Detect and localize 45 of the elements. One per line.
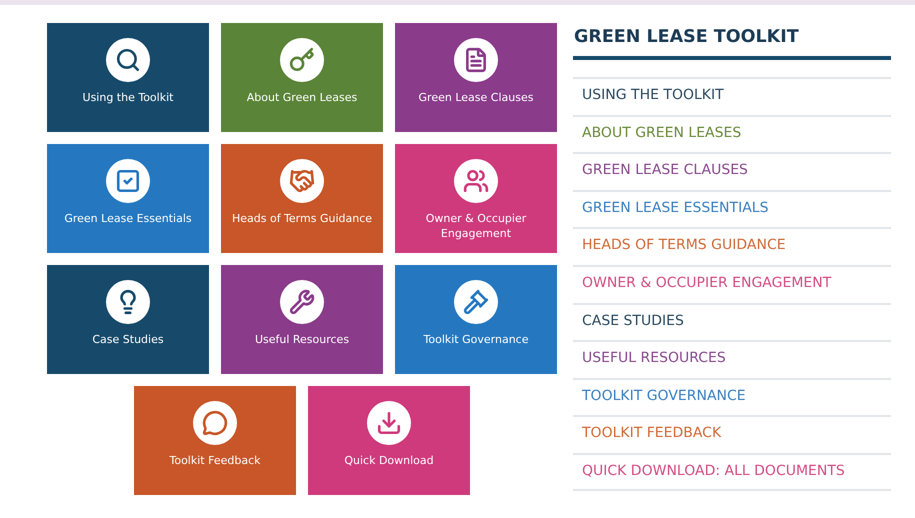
tile-label: Green Lease Clauses [418, 90, 534, 105]
tile-label: About Green Leases [246, 90, 358, 105]
tile-label: Quick Download [343, 453, 435, 468]
sidebar-title: GREEN LEASE TOOLKIT [573, 27, 891, 60]
tile-label: Using the Toolkit [82, 90, 174, 105]
tile-label: Useful Resources [254, 332, 350, 347]
sidebar-link[interactable]: GREEN LEASE CLAUSES [573, 152, 891, 190]
tile-label: Toolkit Governance [422, 332, 530, 347]
toolkit-tile[interactable]: Toolkit Governance [395, 265, 557, 374]
toolkit-tile[interactable]: About Green Leases [221, 23, 383, 132]
tile-label: Case Studies [91, 332, 165, 347]
magnifier-icon [106, 38, 150, 82]
checkbox-icon [106, 159, 150, 203]
sidebar-link[interactable]: CASE STUDIES [573, 302, 891, 340]
key-icon [280, 38, 324, 82]
sidebar-link[interactable]: GREEN LEASE ESSENTIALS [573, 190, 891, 228]
wrench-icon [280, 280, 324, 324]
sidebar-link[interactable]: USING THE TOOLKIT [573, 77, 891, 115]
toolkit-tile[interactable]: Quick Download [308, 386, 470, 495]
tile-label: Owner & Occupier Engagement [424, 211, 528, 241]
handshake-icon [280, 159, 324, 203]
speech-bubble-icon [193, 401, 237, 445]
gavel-icon [454, 280, 498, 324]
people-icon [454, 159, 498, 203]
toolkit-tile[interactable]: Useful Resources [221, 265, 383, 374]
toolkit-tile[interactable]: Green Lease Essentials [47, 144, 209, 253]
download-icon [367, 401, 411, 445]
toolkit-tile[interactable]: Using the Toolkit [47, 23, 209, 132]
toolkit-tile[interactable]: Green Lease Clauses [395, 23, 557, 132]
toolkit-tile[interactable]: Owner & Occupier Engagement [395, 144, 557, 253]
lightbulb-icon [106, 280, 150, 324]
tile-label: Toolkit Feedback [168, 453, 262, 468]
toolkit-tile[interactable]: Heads of Terms Guidance [221, 144, 383, 253]
sidebar-link[interactable]: HEADS OF TERMS GUIDANCE [573, 227, 891, 265]
document-icon [454, 38, 498, 82]
tile-label: Heads of Terms Guidance [230, 211, 374, 226]
sidebar-link[interactable]: ABOUT GREEN LEASES [573, 114, 891, 152]
sidebar-link[interactable]: OWNER & OCCUPIER ENGAGEMENT [573, 264, 891, 303]
sidebar-link[interactable]: TOOLKIT GOVERNANCE [573, 378, 891, 416]
sidebar-link[interactable]: TOOLKIT FEEDBACK [573, 415, 891, 453]
toolkit-tile[interactable]: Case Studies [47, 265, 209, 374]
toolkit-tile[interactable]: Toolkit Feedback [134, 386, 296, 495]
sidebar-link[interactable]: QUICK DOWNLOAD: ALL DOCUMENTS [573, 452, 891, 491]
sidebar-link[interactable]: USEFUL RESOURCES [573, 340, 891, 378]
tile-label: Green Lease Essentials [63, 211, 193, 226]
